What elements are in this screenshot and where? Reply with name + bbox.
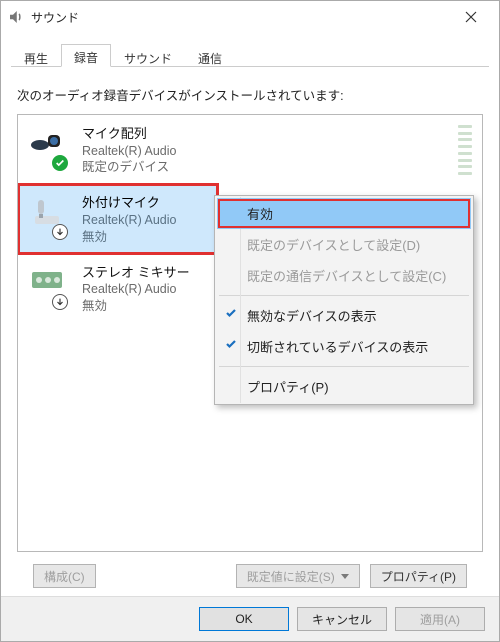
tab-area: 再生 録音 サウンド 通信	[1, 33, 499, 67]
status-badge-default	[52, 155, 68, 171]
device-listbox[interactable]: マイク配列 Realtek(R) Audio 既定のデバイス 外付けマイク Re…	[17, 114, 483, 552]
status-badge-disabled	[52, 224, 68, 240]
device-status: 無効	[82, 229, 206, 246]
cancel-button[interactable]: キャンセル	[297, 607, 387, 631]
ctx-item-label: 無効なデバイスの表示	[247, 309, 377, 324]
ctx-show-disconnected[interactable]: 切断されているデバイスの表示	[217, 331, 471, 362]
ctx-item-label: 切断されているデバイスの表示	[247, 340, 428, 355]
device-external-mic[interactable]: 外付けマイク Realtek(R) Audio 無効	[18, 184, 218, 253]
device-status: 既定のデバイス	[82, 159, 470, 176]
ok-button[interactable]: OK	[199, 607, 289, 631]
device-icon-external-mic	[30, 194, 70, 245]
ctx-separator	[219, 295, 469, 296]
device-sub: Realtek(R) Audio	[82, 212, 206, 229]
set-default-button[interactable]: 既定値に設定(S)	[236, 564, 360, 588]
apply-button[interactable]: 適用(A)	[395, 607, 485, 631]
device-sub: Realtek(R) Audio	[82, 143, 470, 160]
tab-content: 次のオーディオ録音デバイスがインストールされています: マイク配列 Realte…	[1, 67, 499, 596]
ctx-set-default-comm[interactable]: 既定の通信デバイスとして設定(C)	[217, 260, 471, 291]
device-icon-stereo-mixer	[30, 264, 70, 315]
device-mic-array[interactable]: マイク配列 Realtek(R) Audio 既定のデバイス	[18, 115, 482, 184]
status-badge-disabled	[52, 294, 68, 310]
level-meter	[458, 125, 472, 175]
instruction-text: 次のオーディオ録音デバイスがインストールされています:	[17, 85, 483, 104]
check-icon	[225, 307, 239, 321]
device-title: マイク配列	[82, 125, 470, 143]
ctx-set-default-device[interactable]: 既定のデバイスとして設定(D)	[217, 229, 471, 260]
sound-dialog: サウンド 再生 録音 サウンド 通信 次のオーディオ録音デバイスがインストールさ…	[0, 0, 500, 642]
context-menu-wrap: 有効 既定のデバイスとして設定(D) 既定の通信デバイスとして設定(C) 無効な…	[214, 195, 474, 405]
tab-sound[interactable]: サウンド	[111, 45, 185, 68]
dialog-footer: OK キャンセル 適用(A)	[1, 596, 499, 641]
lower-button-row: 構成(C) 既定値に設定(S) プロパティ(P)	[17, 552, 483, 596]
tab-comm[interactable]: 通信	[185, 45, 235, 68]
app-icon	[7, 8, 25, 26]
ctx-properties[interactable]: プロパティ(P)	[217, 371, 471, 402]
context-menu: 有効 既定のデバイスとして設定(D) 既定の通信デバイスとして設定(C) 無効な…	[214, 195, 474, 405]
configure-button[interactable]: 構成(C)	[33, 564, 96, 588]
tab-recording[interactable]: 録音	[61, 44, 111, 67]
properties-button[interactable]: プロパティ(P)	[370, 564, 467, 588]
window-title: サウンド	[31, 9, 79, 26]
close-button[interactable]	[449, 2, 493, 32]
tabstrip: 再生 録音 サウンド 通信	[11, 43, 489, 67]
ctx-show-disabled[interactable]: 無効なデバイスの表示	[217, 300, 471, 331]
tab-playback[interactable]: 再生	[11, 45, 61, 68]
titlebar: サウンド	[1, 1, 499, 33]
device-title: 外付けマイク	[82, 194, 206, 212]
ctx-separator	[219, 366, 469, 367]
device-icon-mic-array	[30, 125, 70, 176]
check-icon	[225, 338, 239, 352]
ctx-enable[interactable]: 有効	[217, 198, 471, 229]
